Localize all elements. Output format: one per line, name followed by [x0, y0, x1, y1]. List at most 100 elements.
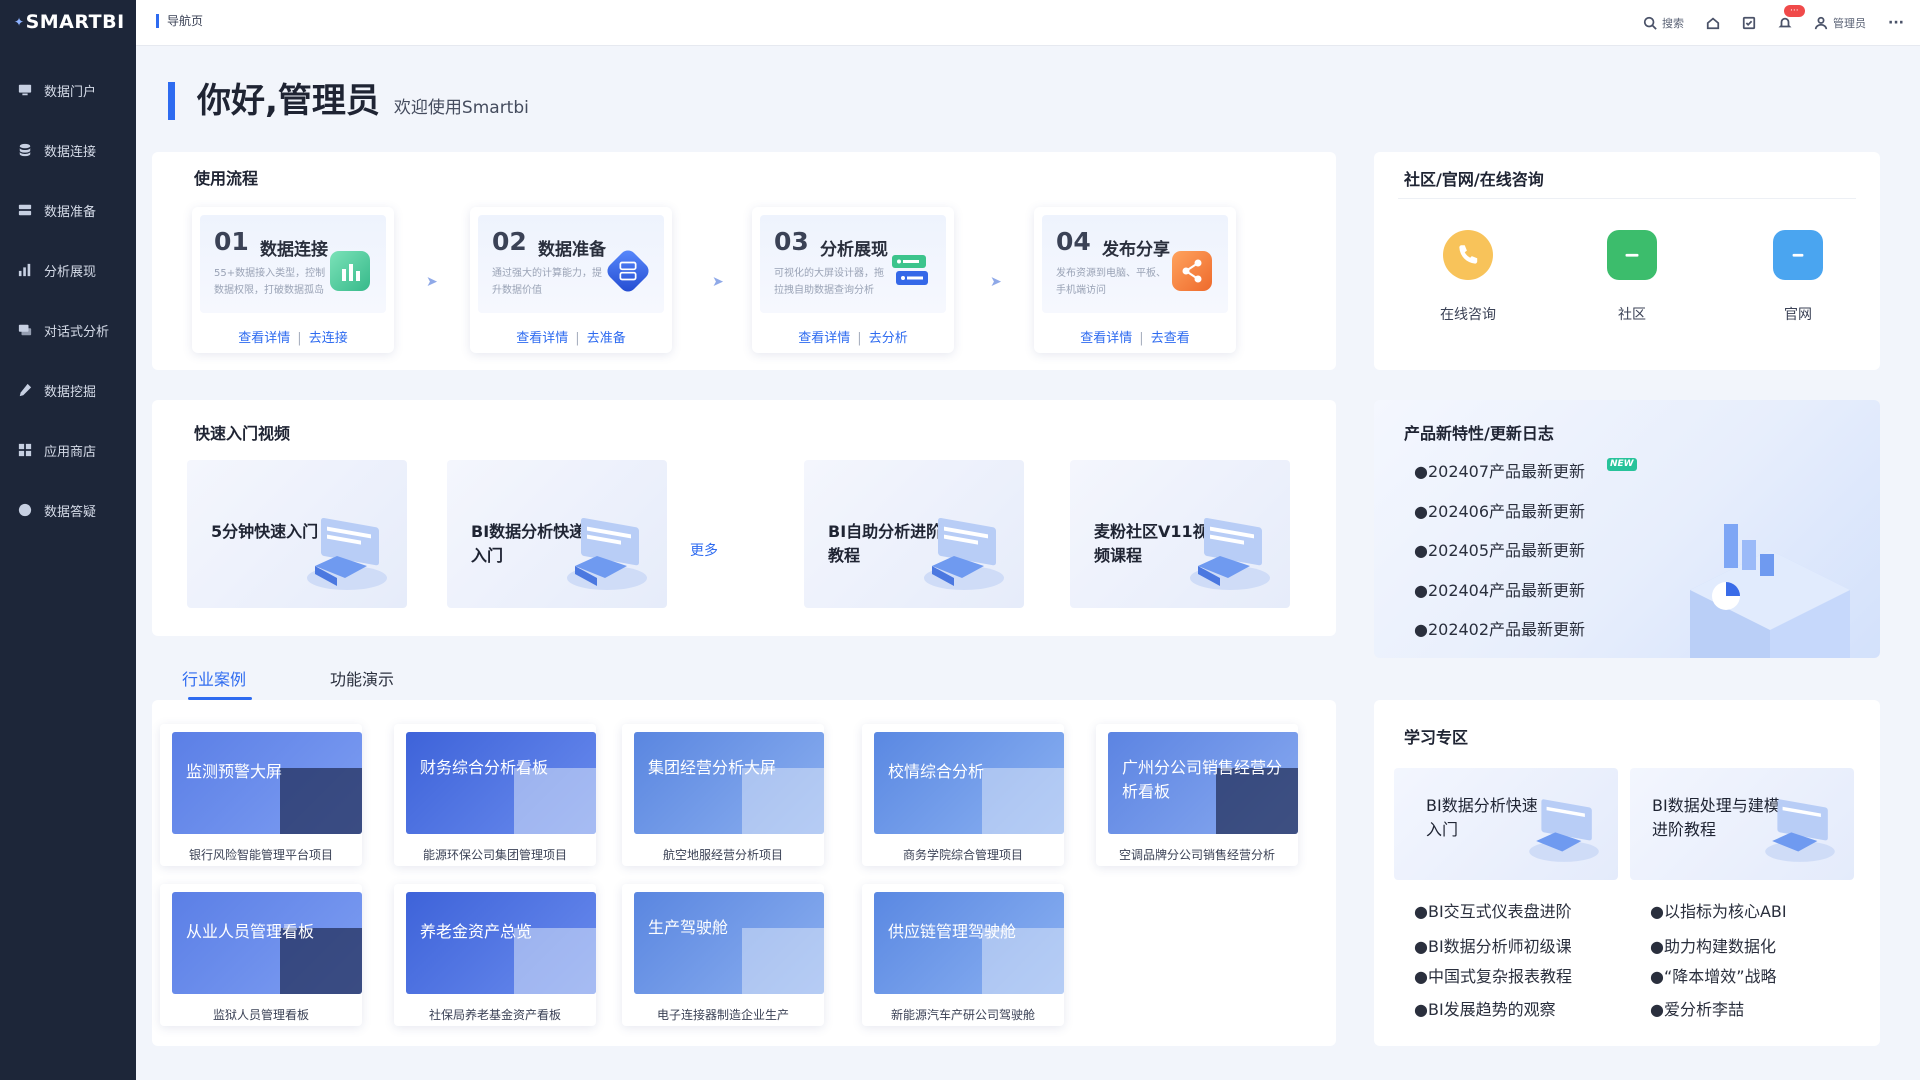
video-card[interactable]: BI数据分析快递入门 [447, 460, 667, 608]
news-item[interactable]: ●202405产品最新更新 [1414, 537, 1585, 561]
case-tabs: 行业案例 功能演示 [182, 666, 394, 700]
news-item[interactable]: ●202404产品最新更新 [1414, 577, 1585, 601]
case-card[interactable]: 财务综合分析看板 能源环保公司集团管理项目 [394, 724, 596, 866]
view-details-link[interactable]: 查看详情 [516, 331, 568, 346]
case-title: 广州分公司销售经营分析看板 [1122, 758, 1283, 801]
case-card[interactable]: 校情综合分析 商务学院综合管理项目 [862, 724, 1064, 866]
product-news-panel: 产品新特性/更新日志 ●202407产品最新更新 NEW ●202406产品最新… [1374, 400, 1880, 658]
search-button[interactable]: 搜索 [1643, 15, 1684, 31]
news-item[interactable]: ●202406产品最新更新 [1414, 498, 1585, 522]
video-card[interactable]: 麦粉社区V11视频课程 [1070, 460, 1290, 608]
case-thumbnail: 供应链管理驾驶舱 [874, 892, 1064, 994]
consult-label: 在线咨询 [1440, 307, 1496, 323]
learning-link[interactable]: ●BI数据分析师初级课 [1414, 933, 1572, 957]
sidebar-item-label: 数据准备 [44, 204, 97, 220]
workflow-title: 使用流程 [194, 169, 259, 188]
case-title: 校情综合分析 [888, 762, 985, 781]
home-button[interactable] [1706, 16, 1720, 30]
bell-icon [1778, 17, 1792, 28]
case-card[interactable]: 从业人员管理看板 监狱人员管理看板 [160, 884, 362, 1026]
case-caption: 航空地服经营分析项目 [662, 848, 783, 862]
smartbi-logo[interactable]: ✦ SMARTBI [0, 0, 136, 44]
view-details-link[interactable]: 查看详情 [1080, 331, 1132, 346]
sidebar-item-data-mining[interactable]: 数据挖掘 [0, 360, 136, 420]
sidebar-item-data-connect[interactable]: 数据连接 [0, 120, 136, 180]
go-analyze-link[interactable]: 去分析 [869, 331, 908, 346]
case-card[interactable]: 广州分公司销售经营分析看板 空调品牌分公司销售经营分析 [1096, 724, 1298, 866]
case-caption: 银行风险智能管理平台项目 [188, 848, 333, 862]
industry-cases-card: 监测预警大屏 银行风险智能管理平台项目 财务综合分析看板 能源环保公司集团管理项… [152, 700, 1336, 1046]
learning-link[interactable]: ●以指标为核心ABI [1650, 898, 1787, 922]
user-menu[interactable]: 管理员 [1814, 15, 1866, 31]
online-consult-button[interactable]: 在线咨询 [1408, 230, 1528, 324]
case-thumbnail: 养老金资产总览 [406, 892, 596, 994]
task-check-icon [1742, 16, 1756, 30]
case-thumbnail: 广州分公司销售经营分析看板 [1108, 732, 1298, 834]
case-card[interactable]: 监测预警大屏 银行风险智能管理平台项目 [160, 724, 362, 866]
community-card: 社区/官网/在线咨询 在线咨询 社区 官网 [1374, 152, 1880, 370]
go-view-link[interactable]: 去查看 [1151, 331, 1190, 346]
case-card[interactable]: 养老金资产总览 社保局养老基金资产看板 [394, 884, 596, 1026]
tab-feature-demo[interactable]: 功能演示 [330, 666, 394, 700]
learning-course-card[interactable]: BI数据分析快速入门 [1394, 768, 1618, 880]
learning-link[interactable]: ●中国式复杂报表教程 [1414, 963, 1572, 987]
sidebar-item-analysis[interactable]: 分析展现 [0, 240, 136, 300]
news-item[interactable]: ●202407产品最新更新 [1414, 458, 1585, 482]
step-panel: 01 数据连接 55+数据接入类型，控制数据权限，打破数据孤岛 [200, 215, 386, 313]
community-label: 社区 [1618, 307, 1646, 323]
learning-zone-card: 学习专区 BI数据分析快速入门 BI数据处理与建模进阶教程 ●BI交互式仪表盘进… [1374, 700, 1880, 1046]
course-illustration [1765, 799, 1835, 862]
share-icon [1172, 251, 1212, 291]
case-card[interactable]: 供应链管理驾驶舱 新能源汽车产研公司驾驶舱 [862, 884, 1064, 1026]
more-videos-link[interactable]: 更多 [690, 540, 718, 560]
course-illustration [1529, 799, 1599, 862]
video-card[interactable]: 5分钟快速入门 [187, 460, 407, 608]
monitor-icon [1773, 230, 1823, 280]
step-links: 查看详情 | 去查看 [1034, 327, 1236, 346]
video-card[interactable]: BI自助分析进阶教程 [804, 460, 1024, 608]
learning-course-card[interactable]: BI数据处理与建模进阶教程 [1630, 768, 1854, 880]
news-title: 产品新特性/更新日志 [1404, 424, 1554, 443]
breadcrumb[interactable]: 导航页 [156, 14, 203, 28]
case-card[interactable]: 生产驾驶舱 电子连接器制造企业生产 [622, 884, 824, 1026]
step-number: 03 [774, 227, 809, 256]
case-caption: 监狱人员管理看板 [212, 1008, 309, 1022]
step-description: 55+数据接入类型，控制数据权限，打破数据孤岛 [214, 268, 326, 296]
learning-link[interactable]: ●助力构建数据化 [1650, 933, 1776, 957]
learning-link[interactable]: ●“降本增效”战略 [1650, 963, 1777, 987]
sidebar-item-data-qa[interactable]: 数据答疑 [0, 480, 136, 540]
step-number: 01 [214, 227, 249, 256]
search-icon [1643, 16, 1657, 30]
step-panel: 04 发布分享 发布资源到电脑、平板、手机端访问 [1042, 215, 1228, 313]
go-connect-link[interactable]: 去连接 [309, 331, 348, 346]
news-item[interactable]: ●202402产品最新更新 [1414, 616, 1585, 640]
view-details-link[interactable]: 查看详情 [798, 331, 850, 346]
sidebar-item-data-prep[interactable]: 数据准备 [0, 180, 136, 240]
case-card[interactable]: 集团经营分析大屏 航空地服经营分析项目 [622, 724, 824, 866]
notifications-button[interactable]: ··· [1778, 5, 1805, 30]
bar-chart-icon [18, 263, 32, 277]
step-arrow-icon: ➤ [990, 274, 1002, 290]
sidebar-item-data-portal[interactable]: 数据门户 [0, 60, 136, 120]
more-button[interactable]: ··· [1888, 15, 1904, 31]
learning-link[interactable]: ●BI发展趋势的观察 [1414, 996, 1556, 1020]
learning-link[interactable]: ●爱分析李喆 [1650, 996, 1744, 1020]
quick-start-videos-card: 快速入门视频 5分钟快速入门 BI数据分析快递入门 更多 BI自助分析进阶教程 … [152, 400, 1336, 636]
go-prep-link[interactable]: 去准备 [587, 331, 626, 346]
workflow-step-analysis: 03 分析展现 可视化的大屏设计器，拖拉拽自助数据查询分析 查看详情 | 去分析 [752, 207, 954, 353]
case-caption: 商务学院综合管理项目 [902, 848, 1023, 862]
view-details-link[interactable]: 查看详情 [238, 331, 290, 346]
official-site-button[interactable]: 官网 [1738, 230, 1858, 324]
community-button[interactable]: 社区 [1572, 230, 1692, 324]
workflow-step-data-connect: 01 数据连接 55+数据接入类型，控制数据权限，打破数据孤岛 查看详情 | 去连接 [192, 207, 394, 353]
case-title: 监测预警大屏 [186, 762, 283, 781]
sidebar-item-label: 数据连接 [44, 144, 97, 160]
tasks-button[interactable] [1742, 16, 1756, 30]
sidebar-item-app-store[interactable]: 应用商店 [0, 420, 136, 480]
case-caption: 能源环保公司集团管理项目 [422, 848, 567, 862]
step-panel: 02 数据准备 通过强大的计算能力，提升数据价值 [478, 215, 664, 313]
sidebar-item-conversational[interactable]: 对话式分析 [0, 300, 136, 360]
learning-link[interactable]: ●BI交互式仪表盘进阶 [1414, 898, 1572, 922]
tab-industry-cases[interactable]: 行业案例 [182, 666, 253, 700]
case-caption: 空调品牌分公司销售经营分析 [1118, 848, 1275, 862]
